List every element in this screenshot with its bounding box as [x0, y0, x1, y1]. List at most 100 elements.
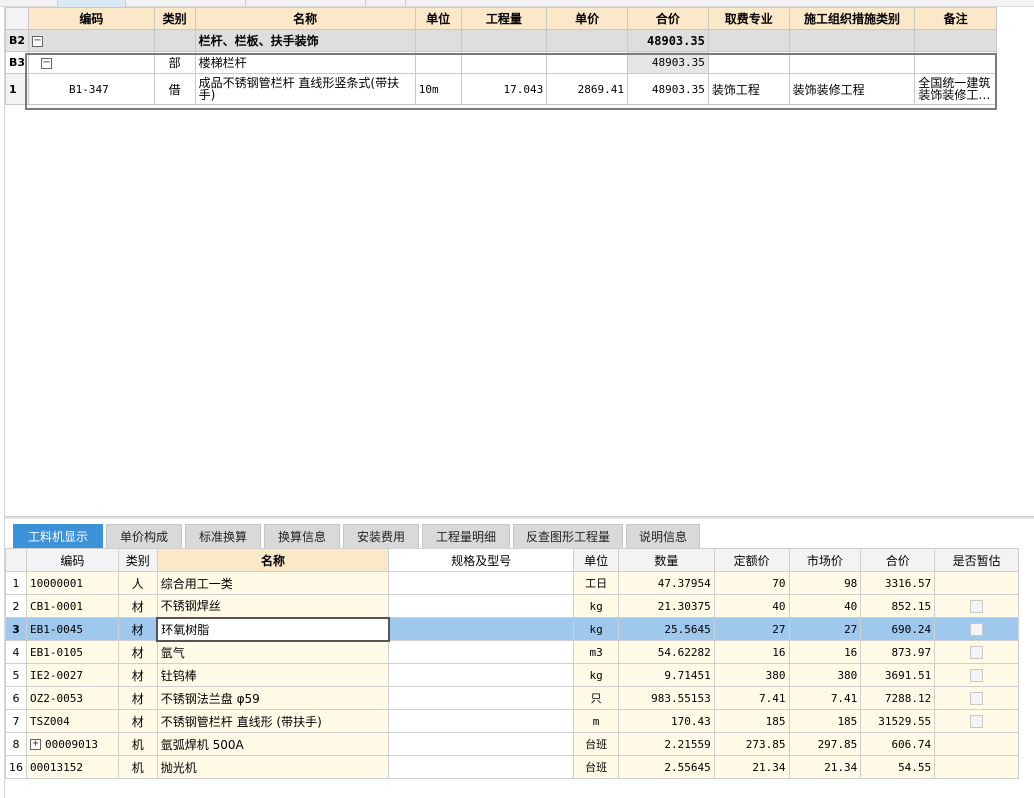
col-type[interactable]: 类别 [117, 548, 158, 572]
code-cell[interactable]: CB1-0001 [26, 594, 119, 618]
collapse-icon[interactable]: − [41, 57, 53, 69]
price-cell[interactable] [546, 29, 628, 52]
total-cell[interactable]: 690.24 [860, 617, 936, 641]
code-cell[interactable]: TSZ004 [26, 709, 119, 733]
unit-cell[interactable]: m [573, 709, 620, 733]
type-cell[interactable]: 部 [153, 51, 196, 74]
code-cell[interactable]: EB1-0045 [26, 617, 119, 641]
col-price[interactable]: 单价 [546, 7, 628, 30]
quota-price-cell[interactable]: 40 [713, 594, 790, 618]
unit-cell[interactable]: 只 [573, 686, 620, 710]
resource-row[interactable]: 3 EB1-0045 材环氧树脂 kg 25.5645 27 27 690.24 [5, 616, 1019, 642]
estimate-cell[interactable] [934, 663, 1019, 687]
total-cell[interactable]: 3691.51 [860, 663, 936, 687]
qty-cell[interactable]: 21.30375 [618, 594, 715, 618]
col-name[interactable]: 名称 [194, 7, 416, 30]
fee-cell[interactable] [707, 51, 790, 74]
quota-price-cell[interactable]: 27 [713, 617, 790, 641]
total-cell[interactable]: 3316.57 [860, 571, 936, 595]
col-type[interactable]: 类别 [153, 7, 196, 30]
spec-cell[interactable] [388, 732, 575, 756]
measure-cell[interactable] [788, 51, 916, 74]
estimate-cell[interactable] [934, 709, 1019, 733]
qty-cell[interactable]: 2.21559 [618, 732, 715, 756]
col-unit[interactable]: 单位 [414, 7, 462, 30]
quota-price-cell[interactable]: 7.41 [713, 686, 790, 710]
quota-price-cell[interactable]: 380 [713, 663, 790, 687]
spec-cell[interactable] [388, 663, 575, 687]
market-price-cell[interactable]: 98 [788, 571, 862, 595]
row-number[interactable]: 8 [5, 732, 27, 756]
col-note[interactable]: 备注 [914, 7, 997, 30]
type-cell[interactable]: 材 [117, 617, 158, 641]
col-measure[interactable]: 施工组织措施类别 [788, 7, 916, 30]
row-number[interactable]: 1 [5, 571, 27, 595]
col-code[interactable]: 编码 [26, 548, 119, 572]
col-code[interactable]: 编码 [28, 7, 155, 30]
col-spec[interactable]: 规格及型号 [388, 548, 575, 572]
type-cell[interactable] [153, 29, 196, 52]
quota-price-cell[interactable]: 70 [713, 571, 790, 595]
type-cell[interactable]: 材 [117, 663, 158, 687]
qty-cell[interactable]: 25.5645 [618, 617, 715, 641]
section-row-b2[interactable]: B2 − 栏杆、栏板、扶手装饰 48903.35 [4, 29, 997, 52]
estimate-checkbox[interactable] [970, 646, 984, 659]
section-row-b3[interactable]: B3 − 部 楼梯栏杆 48903.35 [4, 51, 997, 74]
row-number[interactable]: 2 [5, 594, 27, 618]
market-price-cell[interactable]: 297.85 [788, 732, 862, 756]
estimate-cell[interactable] [934, 732, 1019, 756]
qty-cell[interactable]: 47.37954 [618, 571, 715, 595]
type-cell[interactable]: 借 [153, 73, 196, 105]
row-number[interactable]: 4 [5, 640, 27, 664]
col-estimate[interactable]: 是否暂估 [934, 548, 1019, 572]
quota-price-cell[interactable]: 21.34 [713, 755, 790, 779]
spec-cell[interactable] [388, 686, 575, 710]
name-cell[interactable]: 氩气 [156, 640, 390, 664]
row-number[interactable]: 3 [5, 617, 27, 641]
total-cell[interactable]: 48903.35 [626, 73, 709, 105]
top-tab-4[interactable] [246, 0, 366, 7]
name-cell[interactable]: 不锈钢法兰盘 φ59 [156, 686, 390, 710]
top-tab-1[interactable] [0, 0, 58, 7]
row-number[interactable]: 6 [5, 686, 27, 710]
estimate-cell[interactable] [934, 594, 1019, 618]
qty-cell[interactable]: 2.55645 [618, 755, 715, 779]
unit-cell[interactable]: 10m [414, 73, 462, 105]
resource-row[interactable]: 7 TSZ004 材不锈钢管栏杆 直线形 (带扶手) m 170.43 185 185 315… [5, 709, 1019, 733]
tab-quantity-detail[interactable]: 工程量明细 [422, 524, 510, 548]
col-total[interactable]: 合价 [860, 548, 936, 572]
tab-description[interactable]: 说明信息 [626, 524, 700, 548]
note-cell[interactable] [914, 51, 997, 74]
market-price-cell[interactable]: 7.41 [788, 686, 862, 710]
qty-cell[interactable]: 9.71451 [618, 663, 715, 687]
name-cell[interactable]: 抛光机 [156, 755, 390, 779]
note-cell[interactable] [914, 29, 997, 52]
fee-cell[interactable]: 装饰工程 [707, 73, 790, 105]
qty-cell[interactable] [460, 51, 548, 74]
estimate-checkbox[interactable] [970, 600, 984, 613]
tab-standard-conversion[interactable]: 标准换算 [185, 524, 261, 548]
market-price-cell[interactable]: 21.34 [788, 755, 862, 779]
name-cell[interactable]: 楼梯栏杆 [194, 51, 416, 74]
unit-cell[interactable]: m3 [573, 640, 620, 664]
code-cell[interactable]: +00009013 [26, 732, 119, 756]
resource-row[interactable]: 1 10000001 人综合用工一类 工日 47.37954 70 98 3316.57 [5, 571, 1019, 595]
spec-cell[interactable] [388, 617, 575, 641]
resource-row[interactable]: 4 EB1-0105 材氩气 m3 54.62282 16 16 873.97 [5, 640, 1019, 664]
unit-cell[interactable] [414, 29, 462, 52]
resource-row[interactable]: 2 CB1-0001 材不锈钢焊丝 kg 21.30375 40 40 852.15 [5, 594, 1019, 618]
type-cell[interactable]: 材 [117, 709, 158, 733]
top-tab-3[interactable] [126, 0, 246, 7]
market-price-cell[interactable]: 40 [788, 594, 862, 618]
col-qty[interactable]: 数量 [618, 548, 715, 572]
resource-row[interactable]: 5 IE2-0027 材钍钨棒 kg 9.71451 380 380 3691.51 [5, 663, 1019, 687]
type-cell[interactable]: 材 [117, 594, 158, 618]
spec-cell[interactable] [388, 571, 575, 595]
estimate-checkbox[interactable] [970, 669, 984, 682]
col-name[interactable]: 名称 [156, 548, 390, 572]
spec-cell[interactable] [388, 755, 575, 779]
name-cell[interactable]: 栏杆、栏板、扶手装饰 [194, 29, 416, 52]
col-total[interactable]: 合价 [626, 7, 709, 30]
estimate-cell[interactable] [934, 640, 1019, 664]
qty-cell[interactable]: 54.62282 [618, 640, 715, 664]
